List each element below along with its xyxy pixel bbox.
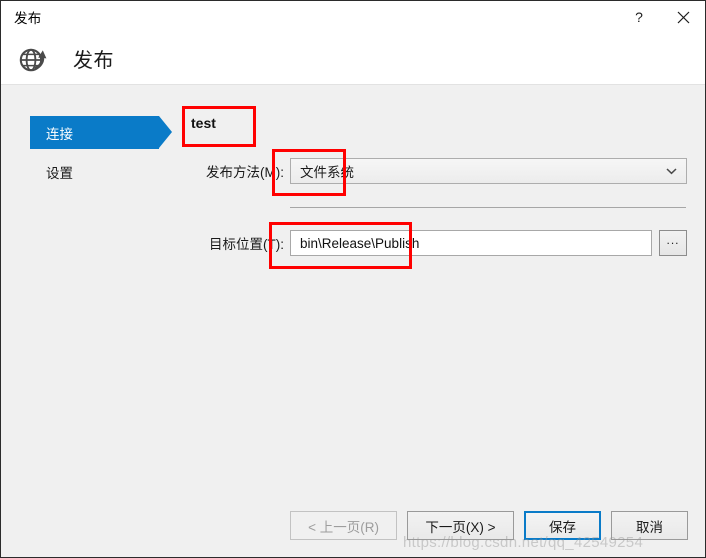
sidebar-item-label: 连接: [46, 126, 73, 142]
dialog-body: 连接 设置 test 发布方法(M): 文件系统 目标位置(T): bin\Re…: [1, 85, 705, 557]
chevron-down-icon: [666, 159, 677, 183]
title-bar: 发布 ?: [1, 1, 705, 33]
previous-button[interactable]: < 上一页(R): [290, 511, 397, 540]
help-icon[interactable]: ?: [617, 1, 661, 33]
help-glyph: ?: [635, 9, 643, 25]
section-divider: [290, 207, 686, 208]
sidebar-item-label: 设置: [46, 165, 73, 181]
sidebar: 连接 设置: [1, 85, 176, 557]
target-location-row: 目标位置(T): bin\Release\Publish ...: [176, 230, 687, 256]
target-location-value: bin\Release\Publish: [300, 235, 420, 251]
close-icon[interactable]: [661, 1, 705, 33]
browse-button[interactable]: ...: [659, 230, 687, 256]
section-divider-wrap: [176, 207, 687, 208]
target-location-input[interactable]: bin\Release\Publish: [290, 230, 652, 256]
page-title: 发布: [73, 50, 114, 72]
watermark-text: https://blog.csdn.net/qq_42549254: [403, 534, 644, 551]
publish-method-value: 文件系统: [300, 165, 354, 180]
window-title: 发布: [14, 11, 42, 26]
publish-dialog: 发布 ? 发布 连接 设置 test 发布方法(M): 文件系统 目标位置(T)…: [0, 0, 706, 558]
dialog-header: 发布: [1, 33, 705, 85]
globe-publish-icon: [16, 42, 50, 76]
sidebar-item-settings[interactable]: 设置: [30, 155, 159, 188]
publish-profile-name: test: [191, 115, 216, 131]
publish-method-row: 发布方法(M): 文件系统: [176, 158, 687, 184]
publish-method-select[interactable]: 文件系统: [290, 158, 687, 184]
content-panel: test 发布方法(M): 文件系统 目标位置(T): bin\Release\…: [176, 85, 705, 557]
publish-method-label: 发布方法(M):: [206, 165, 284, 180]
sidebar-item-connection[interactable]: 连接: [30, 116, 172, 149]
target-location-label: 目标位置(T):: [209, 237, 284, 252]
